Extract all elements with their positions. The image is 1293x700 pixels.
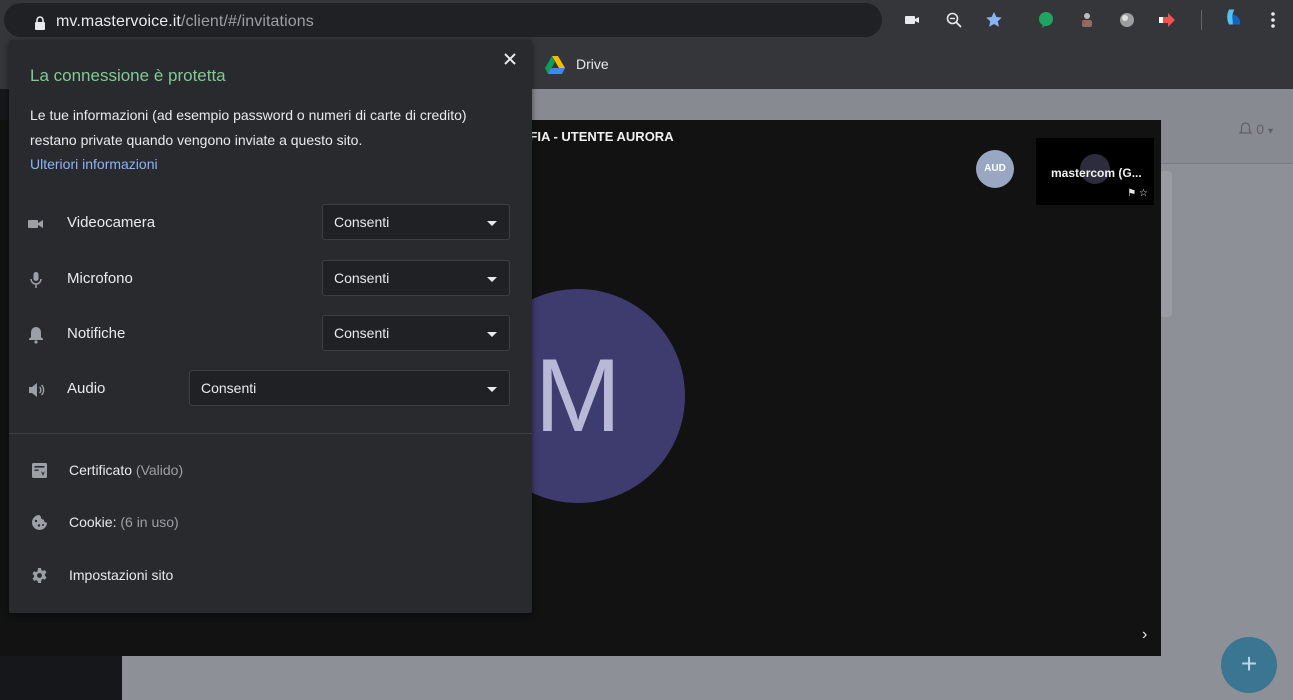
extension-icon-4[interactable] — [1157, 11, 1177, 29]
address-bar[interactable]: mv.mastervoice.it/client/#/invitations — [4, 3, 882, 37]
connection-description: Le tue informazioni (ad esempio password… — [30, 107, 467, 148]
toolbar-separator — [1201, 10, 1202, 30]
notification-bell-icon — [1239, 122, 1253, 134]
cookie-icon — [32, 515, 47, 530]
site-settings-row[interactable]: Impostazioni sito — [9, 559, 532, 593]
bookmark-drive-label: Drive — [576, 56, 609, 72]
close-icon[interactable] — [503, 52, 517, 66]
chevron-down-icon — [487, 332, 497, 337]
permission-select-camera[interactable]: Consenti — [322, 204, 510, 240]
site-settings-label: Impostazioni sito — [69, 567, 174, 583]
permission-label-camera: Videocamera — [67, 214, 156, 231]
permission-label-notifications: Notifiche — [67, 325, 126, 342]
url-path: /client/#/invitations — [180, 13, 314, 30]
certificate-row[interactable]: Certificato (Valido) — [9, 454, 532, 488]
chevron-down-icon: ▾ — [1267, 126, 1273, 137]
chevron-down-icon — [487, 387, 497, 392]
permission-label-microphone: Microfono — [67, 270, 133, 287]
thumbnail-icons: ⚑ ☆ — [1127, 188, 1148, 199]
chevron-right-icon[interactable]: › — [1142, 626, 1147, 644]
notification-count: 0 — [1256, 121, 1265, 137]
notifications-dropdown[interactable]: 0 ▾ — [1239, 121, 1273, 137]
thumbnail-name: mastercom (G... — [1051, 166, 1142, 180]
url-text[interactable]: mv.mastervoice.it/client/#/invitations — [56, 13, 314, 31]
permission-select-microphone[interactable]: Consenti — [322, 260, 510, 296]
permission-row-microphone: Microfono Consenti — [9, 260, 532, 298]
microphone-icon — [30, 272, 42, 288]
chrome-menu-icon[interactable] — [1267, 11, 1279, 29]
extension-icon-2[interactable] — [1078, 11, 1096, 29]
permission-label-audio: Audio — [67, 380, 106, 397]
cookie-label-text: Cookie: — [69, 514, 117, 530]
omnibox-bar: mv.mastervoice.it/client/#/invitations — [0, 0, 1293, 40]
camera-in-use-icon[interactable] — [903, 11, 921, 29]
permission-row-camera: Videocamera Consenti — [9, 204, 532, 242]
permission-row-audio: Audio Consenti — [9, 370, 532, 408]
meeting-title: AFIA - UTENTE AURORA — [520, 129, 674, 144]
bookmark-star-icon[interactable] — [985, 11, 1003, 29]
cookie-label: Cookie: (6 in uso) — [69, 514, 179, 530]
url-host: mv.mastervoice.it — [56, 13, 181, 30]
site-info-popup: La connessione è protetta Le tue informa… — [9, 40, 532, 613]
chevron-down-icon — [487, 221, 497, 226]
lock-icon[interactable] — [32, 15, 48, 31]
add-button[interactable]: + — [1221, 637, 1277, 693]
zoom-out-icon[interactable] — [945, 11, 963, 29]
permission-value-audio: Consenti — [201, 380, 257, 396]
speaker-icon — [29, 383, 45, 397]
permission-value-camera: Consenti — [334, 214, 390, 230]
permission-row-notifications: Notifiche Consenti — [9, 315, 532, 353]
certificate-label: Certificato (Valido) — [69, 462, 183, 478]
certificate-status: (Valido) — [135, 462, 184, 478]
connection-secure-title: La connessione è protetta — [30, 66, 226, 85]
bell-icon — [29, 327, 43, 344]
chevron-down-icon — [487, 277, 497, 282]
certificate-label-text: Certificato — [69, 462, 133, 478]
permission-value-notifications: Consenti — [334, 325, 390, 341]
cookie-status: (6 in uso) — [120, 514, 179, 530]
videocam-icon — [28, 220, 43, 228]
participant-thumbnail[interactable]: mastercom (G... ⚑ ☆ — [1036, 138, 1154, 205]
google-drive-icon — [545, 56, 565, 74]
profile-avatar-icon[interactable] — [1219, 8, 1245, 26]
permission-select-notifications[interactable]: Consenti — [322, 315, 510, 351]
certificate-icon — [32, 463, 47, 478]
flag-icon: ⚑ — [1127, 188, 1137, 199]
learn-more-link[interactable]: Ulteriori informazioni — [30, 156, 158, 172]
permission-select-audio[interactable]: Consenti — [189, 370, 510, 406]
hangouts-extension-icon[interactable] — [1037, 11, 1055, 29]
participant-badge[interactable]: AUD — [976, 150, 1014, 188]
extension-icon-3[interactable] — [1118, 11, 1136, 29]
permission-value-microphone: Consenti — [334, 270, 390, 286]
cookie-row[interactable]: Cookie: (6 in uso) — [9, 506, 532, 540]
star-outline-icon: ☆ — [1139, 188, 1148, 199]
gear-icon — [32, 568, 47, 583]
section-divider — [9, 433, 532, 434]
